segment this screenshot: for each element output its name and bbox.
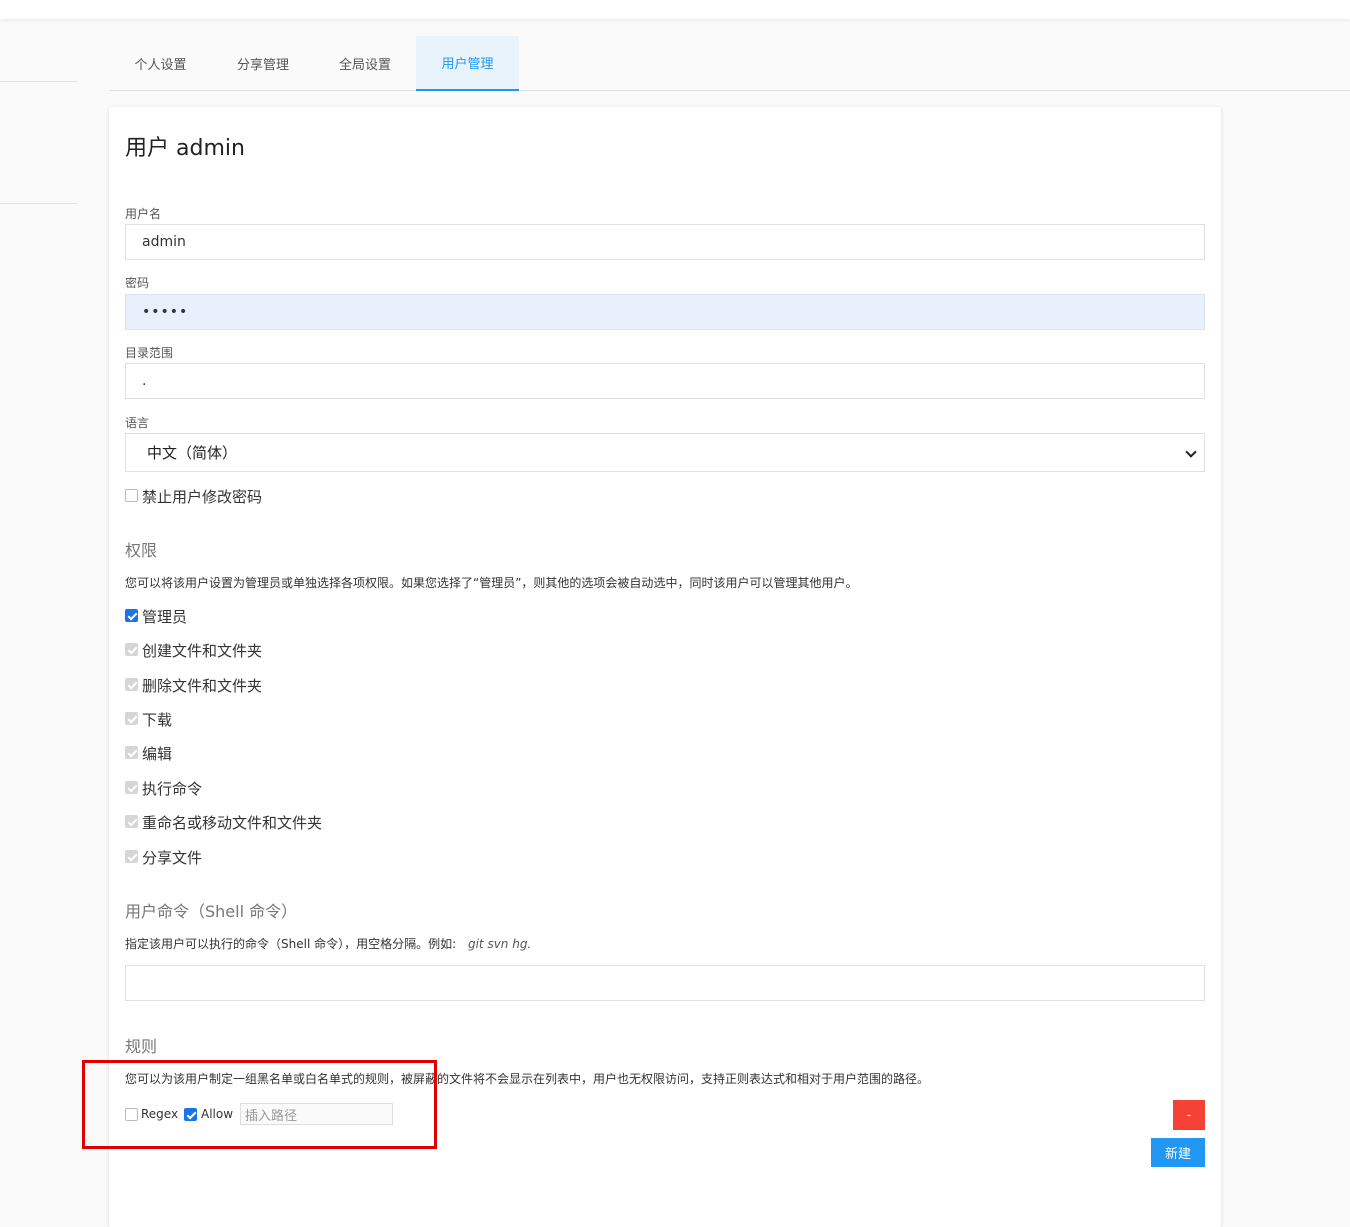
tab-global-settings[interactable]: 全局设置 <box>314 36 416 91</box>
sidebar-divider <box>0 203 77 204</box>
allow-checkbox[interactable] <box>184 1108 197 1121</box>
rule-path-input[interactable]: 插入路径 <box>240 1103 393 1125</box>
permission-create-label: 创建文件和文件夹 <box>142 642 263 660</box>
permission-admin-checkbox[interactable] <box>125 609 138 622</box>
new-rule-button[interactable]: 新建 <box>1151 1138 1205 1167</box>
permission-rename-checkbox[interactable] <box>125 815 138 828</box>
commands-title: 用户命令（Shell 命令） <box>125 902 298 921</box>
commands-description: 指定该用户可以执行的命令（Shell 命令），用空格分隔。例如: git svn… <box>125 935 531 952</box>
allow-label: Allow <box>201 1107 234 1121</box>
rules-description: 您可以为该用户制定一组黑名单或白名单式的规则，被屏蔽的文件将不会显示在列表中，用… <box>125 1072 930 1086</box>
remove-rule-button[interactable]: - <box>1173 1100 1205 1130</box>
permission-delete-label: 删除文件和文件夹 <box>142 677 263 695</box>
permissions-description: 您可以将该用户设置为管理员或单独选择各项权限。如果您选择了“管理员”，则其他的选… <box>125 576 858 590</box>
permission-download-checkbox[interactable] <box>125 712 138 725</box>
permission-delete-checkbox[interactable] <box>125 678 138 691</box>
user-edit-card: 用户 admin 用户名 admin 密码 ••••• 目录范围 . 语言 中文… <box>109 107 1221 1227</box>
permission-execute-checkbox[interactable] <box>125 781 138 794</box>
scope-label: 目录范围 <box>125 346 174 360</box>
commands-description-text: 指定该用户可以执行的命令（Shell 命令），用空格分隔。例如: <box>125 937 457 951</box>
commands-input[interactable] <box>125 965 1205 1001</box>
username-label: 用户名 <box>125 207 162 221</box>
permission-admin-label: 管理员 <box>142 608 188 626</box>
tab-shares[interactable]: 分享管理 <box>212 36 314 91</box>
permission-share-label: 分享文件 <box>142 849 203 867</box>
regex-checkbox[interactable] <box>125 1108 138 1121</box>
permission-download-label: 下载 <box>142 711 173 729</box>
permission-create-checkbox[interactable] <box>125 643 138 656</box>
scope-input[interactable]: . <box>125 363 1205 399</box>
permission-edit-checkbox[interactable] <box>125 746 138 759</box>
commands-example: git svn hg. <box>467 937 532 951</box>
language-selected-value: 中文（简体） <box>147 444 238 462</box>
permission-execute-label: 执行命令 <box>142 780 203 798</box>
language-label: 语言 <box>125 416 150 430</box>
lock-password-checkbox[interactable] <box>125 489 138 502</box>
language-select[interactable]: 中文（简体） <box>125 433 1205 472</box>
lock-password-label: 禁止用户修改密码 <box>142 488 263 506</box>
username-input[interactable]: admin <box>125 224 1205 260</box>
permission-edit-label: 编辑 <box>142 745 173 763</box>
chevron-down-icon <box>1185 446 1197 458</box>
page-title: 用户 admin <box>125 136 245 161</box>
tab-profile[interactable]: 个人设置 <box>109 36 212 91</box>
permission-rename-label: 重命名或移动文件和文件夹 <box>142 814 323 832</box>
permissions-title: 权限 <box>125 541 158 560</box>
rules-title: 规则 <box>125 1037 158 1056</box>
regex-label: Regex <box>141 1107 179 1121</box>
password-label: 密码 <box>125 276 150 290</box>
tab-user-management[interactable]: 用户管理 <box>416 36 519 91</box>
permission-share-checkbox[interactable] <box>125 850 138 863</box>
password-input[interactable]: ••••• <box>125 294 1205 330</box>
top-bar <box>0 0 1350 19</box>
sidebar-divider <box>0 81 77 82</box>
